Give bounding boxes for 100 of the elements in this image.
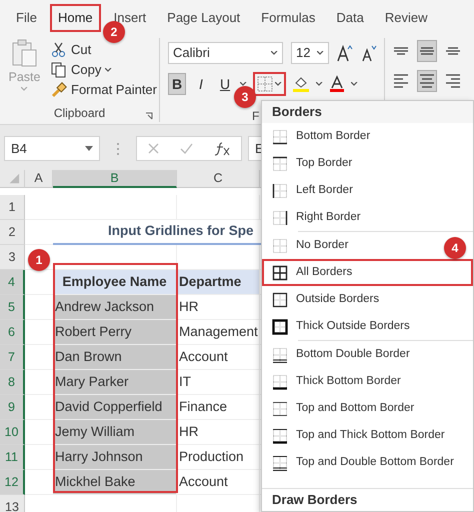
ribbon-tab[interactable]: Review	[376, 4, 436, 32]
table-cell: Production	[177, 445, 260, 470]
align-center-icon	[420, 74, 434, 88]
row-header[interactable]: 11	[0, 445, 25, 470]
border-top-bottom-icon	[272, 400, 288, 416]
name-box[interactable]: B4	[4, 136, 100, 161]
table-cell: Management	[177, 320, 260, 345]
align-middle-icon	[420, 47, 434, 55]
table-cell: David Copperfield	[53, 395, 177, 420]
row-header[interactable]: 10	[0, 420, 25, 445]
border-right-icon	[272, 210, 288, 226]
row-header[interactable]: 6	[0, 320, 25, 345]
font-name-field[interactable]: Calibri	[168, 42, 283, 64]
shrink-font-icon[interactable]	[361, 44, 377, 62]
table-cell: Mary Parker	[53, 370, 177, 395]
ribbon-tab[interactable]: Home	[50, 4, 101, 32]
font-color-icon[interactable]	[329, 75, 345, 93]
launcher-icon[interactable]	[145, 112, 153, 120]
table-cell: HR	[177, 295, 260, 320]
row-header[interactable]: 8	[0, 370, 25, 395]
style-button[interactable]: U	[216, 73, 234, 95]
font-size-value: 12	[296, 44, 310, 62]
row-header[interactable]: 2	[0, 220, 25, 245]
border-bottom-icon	[272, 128, 288, 144]
row-header[interactable]: 13	[0, 495, 25, 512]
borders-button[interactable]	[253, 72, 286, 96]
function-icon[interactable]	[214, 142, 230, 156]
menu-item[interactable]: Top and Thick Bottom Border	[262, 422, 473, 449]
row-header[interactable]: 3	[0, 245, 25, 270]
caret-icon	[316, 82, 323, 86]
caret-icon	[240, 82, 247, 86]
menu-item[interactable]: Top and Double Bottom Border	[262, 449, 473, 476]
dropdown-icon	[85, 146, 93, 151]
ribbon-tab[interactable]: File	[8, 4, 45, 32]
menu-item[interactable]: All Borders	[262, 259, 473, 286]
border-top-icon	[272, 156, 288, 172]
fill-color-icon[interactable]	[292, 75, 310, 93]
clipboard-command[interactable]: Copy	[49, 60, 159, 80]
group-label: F	[252, 109, 260, 123]
menu-item[interactable]: Thick Outside Borders	[262, 313, 473, 340]
menu-item[interactable]: Bottom Border	[262, 123, 473, 150]
table-cell: Andrew Jackson	[53, 295, 177, 320]
border-thick-bottom-icon	[272, 374, 288, 390]
border-none-icon	[272, 238, 288, 254]
menu-item[interactable]: Thick Bottom Border	[262, 368, 473, 395]
menu-heading: Draw Borders	[262, 489, 473, 511]
ribbon-tab[interactable]: Formulas	[253, 4, 324, 32]
table-cell: Robert Perry	[53, 320, 177, 345]
border-all-icon	[272, 264, 288, 280]
font-name-value: Calibri	[173, 44, 210, 62]
table-cell: Dan Brown	[53, 345, 177, 370]
menu-item[interactable]: Left Border	[262, 177, 473, 204]
scissors-icon	[51, 42, 68, 58]
grid-icon	[257, 76, 273, 92]
clipboard-command[interactable]: Cut	[49, 40, 159, 60]
table-cell: HR	[177, 420, 260, 445]
row-header[interactable]: 4	[0, 270, 25, 295]
column-header[interactable]: B	[53, 170, 177, 188]
table-header: Departme	[177, 270, 260, 295]
border-outside-icon	[272, 292, 288, 308]
border-top-thick-bottom-icon	[272, 428, 288, 444]
group-label: Clipboard	[54, 105, 106, 122]
caret-icon	[21, 86, 28, 91]
table-cell: Account	[177, 345, 260, 370]
ribbon-tab[interactable]: Data	[328, 4, 372, 32]
caret-icon	[275, 82, 282, 86]
menu-heading: Borders	[262, 101, 473, 123]
style-button[interactable]: B	[168, 73, 186, 95]
align-right-icon	[446, 74, 460, 88]
row-header[interactable]: 12	[0, 470, 25, 495]
menu-item[interactable]: Top and Bottom Border	[262, 395, 473, 422]
table-cell: Harry Johnson	[53, 445, 177, 470]
grow-font-icon[interactable]	[337, 44, 353, 62]
table-header: Employee Name	[53, 270, 177, 295]
align-left-icon	[394, 74, 408, 88]
align-middle-button[interactable]	[417, 40, 437, 62]
column-header[interactable]: C	[177, 170, 260, 188]
row-header[interactable]: 1	[0, 195, 25, 220]
table-cell: Jemy William	[53, 420, 177, 445]
align-bottom-icon	[446, 47, 460, 55]
style-button[interactable]: I	[192, 73, 210, 95]
border-left-icon	[272, 182, 288, 198]
font-size-field[interactable]: 12	[291, 42, 329, 64]
row-header[interactable]: 9	[0, 395, 25, 420]
menu-item[interactable]: Bottom Double Border	[262, 341, 473, 368]
table-cell: Finance	[177, 395, 260, 420]
menu-item[interactable]: Top Border	[262, 150, 473, 177]
clipboard-command[interactable]: Format Painter	[49, 80, 159, 100]
cell-reference: B4	[11, 140, 27, 158]
grid-cell[interactable]	[177, 195, 260, 220]
row-header[interactable]: 5	[0, 295, 25, 320]
ribbon-tab[interactable]: Page Layout	[159, 4, 248, 32]
row-header[interactable]: 7	[0, 345, 25, 370]
align-center-button[interactable]	[417, 70, 437, 92]
menu-item[interactable]: Outside Borders	[262, 286, 473, 313]
table-cell: IT	[177, 370, 260, 395]
caret-icon	[351, 82, 358, 86]
copy-icon	[51, 62, 68, 78]
drag-handle-icon[interactable]	[116, 142, 120, 156]
column-header[interactable]: A	[25, 170, 53, 188]
